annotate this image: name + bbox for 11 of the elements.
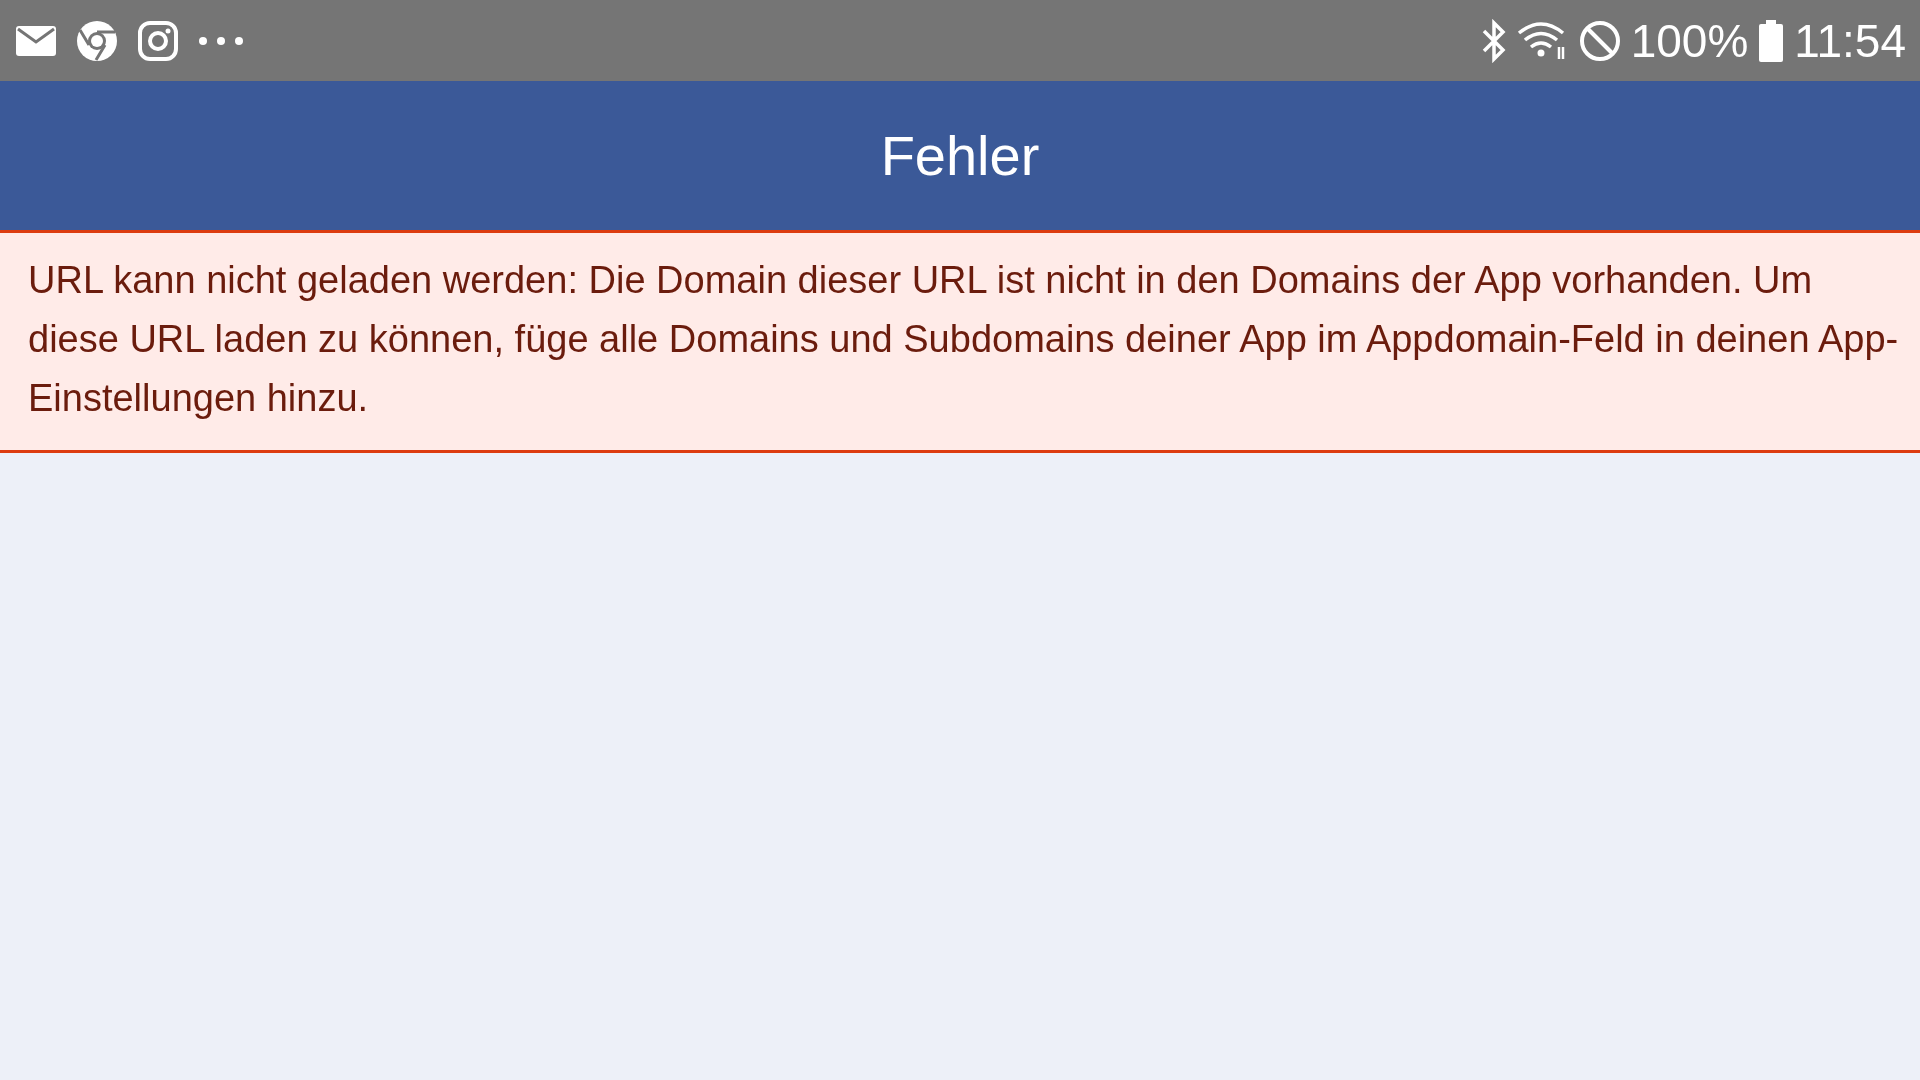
do-not-disturb-icon [1578, 19, 1621, 62]
error-message: URL kann nicht geladen werden: Die Domain dieser URL ist nicht in den Domains der App vorhanden. Um diese URL laden zu können, füge alle Domains und Subdomains deiner App im Appdomain-Feld in deinen App-Einstellungen hinzu. [28, 258, 1900, 421]
more-icon [198, 35, 244, 46]
battery-percentage: 100% [1630, 13, 1749, 68]
page-title: Fehler [880, 123, 1040, 188]
mail-icon [16, 25, 56, 56]
battery-icon [1758, 19, 1785, 62]
camera-icon [138, 20, 178, 61]
bluetooth-icon [1480, 18, 1507, 63]
browser-icon [76, 19, 118, 62]
clock-time: 11:54 [1794, 13, 1906, 68]
